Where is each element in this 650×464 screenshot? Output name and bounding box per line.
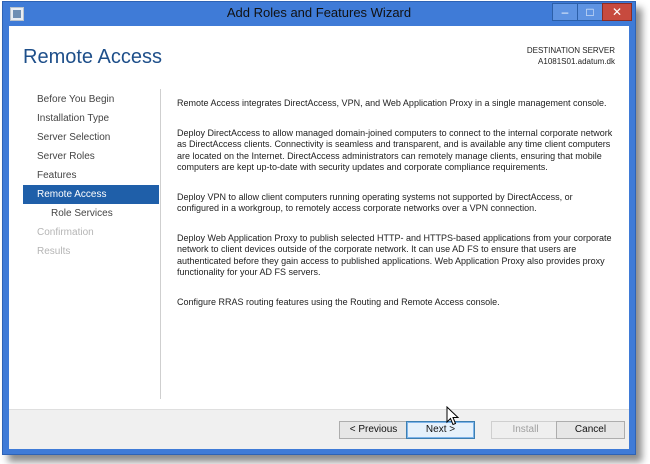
nav-item-server-selection[interactable]: Server Selection — [23, 128, 159, 147]
cancel-button[interactable]: Cancel — [556, 421, 625, 439]
nav-item-features[interactable]: Features — [23, 166, 159, 185]
wizard-window: Add Roles and Features Wizard – □ ✕ Remo… — [2, 1, 636, 455]
minimize-button[interactable]: – — [552, 3, 578, 21]
mouse-pointer-icon — [446, 406, 460, 426]
previous-button[interactable]: < Previous — [339, 421, 408, 439]
nav-item-role-services[interactable]: Role Services — [23, 204, 159, 223]
paragraph-web-application-proxy: Deploy Web Application Proxy to publish … — [177, 232, 612, 278]
maximize-button[interactable]: □ — [577, 3, 603, 21]
next-button[interactable]: Next > — [406, 421, 475, 439]
destination-server-name: A1081S01.adatum.dk — [538, 57, 615, 66]
page-title: Remote Access — [23, 46, 162, 68]
description-text: Remote Access integrates DirectAccess, V… — [177, 98, 615, 326]
nav-item-before-you-begin[interactable]: Before You Begin — [23, 90, 159, 109]
nav-divider — [160, 89, 161, 399]
install-button: Install — [491, 421, 560, 439]
paragraph-vpn: Deploy VPN to allow client computers run… — [177, 191, 573, 214]
nav-item-confirmation: Confirmation — [37, 227, 94, 238]
nav-item-remote-access[interactable]: Remote Access — [23, 185, 159, 204]
paragraph-rras: Configure RRAS routing features using th… — [177, 296, 500, 307]
wizard-nav: Before You Begin Installation Type Serve… — [23, 90, 159, 261]
title-bar[interactable]: Add Roles and Features Wizard – □ ✕ — [3, 2, 635, 26]
window-title: Add Roles and Features Wizard — [226, 5, 412, 20]
nav-item-installation-type[interactable]: Installation Type — [23, 109, 159, 128]
button-bar: < Previous Next > Install Cancel — [9, 409, 629, 449]
paragraph-intro: Remote Access integrates DirectAccess, V… — [177, 98, 607, 108]
destination-server-label: DESTINATION SERVER — [526, 46, 615, 55]
close-button[interactable]: ✕ — [602, 3, 632, 21]
wizard-content-area: Remote Access DESTINATION SERVER A1081S0… — [9, 26, 629, 449]
nav-item-results: Results — [37, 246, 71, 257]
paragraph-directaccess: Deploy DirectAccess to allow managed dom… — [177, 127, 613, 173]
nav-item-server-roles[interactable]: Server Roles — [23, 147, 159, 166]
